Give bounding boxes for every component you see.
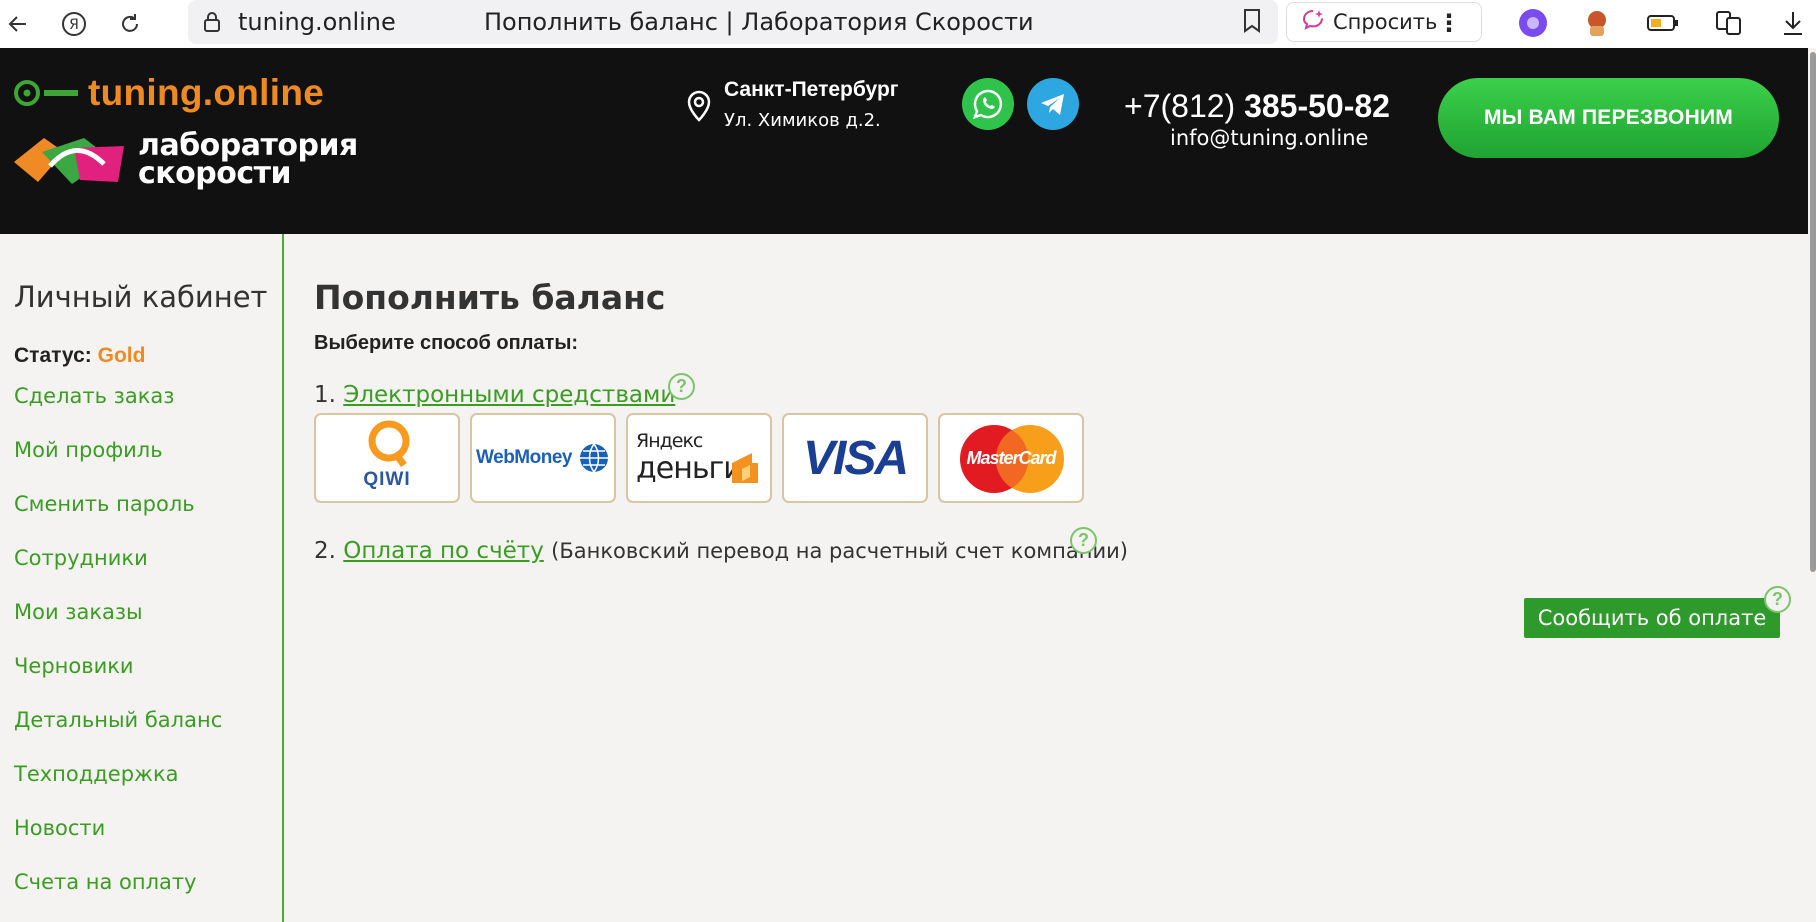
telegram-icon[interactable] [1027, 78, 1079, 130]
ai-sparkle-icon [1301, 8, 1325, 37]
webmoney-payment-card[interactable]: WebMoney [470, 413, 616, 503]
city-address: Ул. Химиков д.2. [724, 110, 881, 131]
mastercard-payment-card[interactable]: MasterCard [938, 413, 1084, 503]
logo-mark-icon [14, 80, 78, 106]
yandex-money-payment-card[interactable]: Яндекс деньги [626, 413, 772, 503]
callback-button[interactable]: МЫ ВАМ ПЕРЕЗВОНИМ [1438, 78, 1779, 158]
scrollbar-thumb[interactable] [1810, 52, 1816, 572]
qiwi-logo-icon [368, 420, 410, 468]
status-label: Статус: [14, 344, 92, 367]
help-icon[interactable]: ? [668, 373, 695, 400]
svg-text:Я: Я [69, 17, 79, 33]
lab-line2: скорости [138, 156, 292, 191]
ask-ai-button[interactable]: Спросить ⋮ [1286, 2, 1482, 42]
site-header: tuning.online лаборатория скорости Санкт… [0, 48, 1808, 234]
lab-logo[interactable]: лаборатория скорости [14, 131, 358, 191]
invoice-description: (Банковский перевод на расчетный счет ко… [551, 539, 1128, 563]
status-line: Статус: Gold [14, 344, 145, 368]
choose-payment-label: Выберите способ оплаты: [314, 332, 579, 354]
url-text: tuning.online [238, 8, 396, 36]
phone-number[interactable]: +7(812) 385-50-82 [1124, 88, 1390, 125]
visa-logo: VISA [802, 431, 909, 485]
sidebar-item-detailed-balance[interactable]: Детальный баланс [14, 708, 222, 732]
account-sidebar: Личный кабинет Статус: Gold Сделать зака… [0, 234, 284, 922]
page-title: Пополнить баланс [314, 278, 666, 317]
address-bar[interactable]: tuning.online Пополнить баланс | Лаборат… [188, 0, 1278, 44]
status-badge: Gold [97, 344, 146, 367]
help-icon[interactable]: ? [1070, 527, 1097, 554]
sidebar-item-drafts[interactable]: Черновики [14, 654, 134, 678]
lab-logo-mark [14, 138, 124, 184]
wallet-icon [732, 453, 758, 483]
alice-extension-icon[interactable] [1516, 6, 1550, 40]
globe-icon [579, 443, 608, 473]
sidebar-item-make-order[interactable]: Сделать заказ [14, 384, 174, 408]
payment-option-electronic: 1. Электронными средствами [314, 382, 675, 408]
qiwi-payment-card[interactable]: QIWI [314, 413, 460, 503]
notify-payment-button[interactable]: Сообщить об оплате [1524, 598, 1780, 638]
sidebar-item-news[interactable]: Новости [14, 816, 105, 840]
yandex-icon[interactable]: Я [56, 6, 92, 42]
location-pin-icon [686, 90, 712, 127]
sidebar-item-support[interactable]: Техподдержка [14, 762, 179, 786]
email-link[interactable]: info@tuning.online [1170, 126, 1368, 150]
ask-label: Спросить [1333, 10, 1438, 34]
more-menu-icon[interactable]: ⋮ [1437, 9, 1461, 37]
whatsapp-icon[interactable] [962, 78, 1014, 130]
download-icon[interactable] [1776, 6, 1810, 40]
sidebar-item-invoices[interactable]: Счета на оплату [14, 870, 197, 894]
phone-main: 385-50-82 [1244, 88, 1390, 124]
help-icon[interactable]: ? [1764, 586, 1791, 613]
qiwi-label: QIWI [363, 469, 411, 490]
lock-icon [202, 10, 222, 39]
browser-toolbar: Я tuning.online Пополнить баланс | Лабор… [0, 0, 1816, 48]
electronic-payment-link[interactable]: Электронными средствами [343, 382, 675, 408]
option1-number: 1. [314, 382, 336, 408]
battery-icon [1646, 6, 1680, 40]
yandex-line2: деньги [636, 451, 743, 486]
lab-logo-text: лаборатория скорости [138, 131, 358, 191]
city-name[interactable]: Санкт-Петербург [724, 78, 899, 102]
reload-icon[interactable] [112, 6, 148, 42]
translate-icon[interactable] [1712, 6, 1746, 40]
mastercard-label: MasterCard [966, 447, 1056, 468]
sidebar-item-employees[interactable]: Сотрудники [14, 546, 148, 570]
webmoney-label: WebMoney [476, 447, 572, 468]
yandex-money-text: Яндекс деньги [636, 427, 743, 486]
option2-number: 2. [314, 538, 336, 564]
logo-text: tuning.online [88, 72, 325, 113]
sidebar-item-profile[interactable]: Мой профиль [14, 438, 163, 462]
payment-option-invoice: 2. Оплата по счёту (Банковский перевод н… [314, 538, 1128, 564]
tuning-logo[interactable]: tuning.online [14, 72, 324, 114]
phone-prefix: +7(812) [1124, 88, 1236, 124]
sidebar-item-my-orders[interactable]: Мои заказы [14, 600, 143, 624]
avatar-extension-icon[interactable] [1580, 6, 1614, 40]
sidebar-item-change-password[interactable]: Сменить пароль [14, 492, 195, 516]
invoice-payment-link[interactable]: Оплата по счёту [343, 538, 544, 564]
visa-payment-card[interactable]: VISA [782, 413, 928, 503]
back-icon[interactable] [0, 6, 36, 42]
page-tab-title: Пополнить баланс | Лаборатория Скорости [484, 8, 1034, 36]
sidebar-title: Личный кабинет [14, 280, 268, 314]
bookmark-icon[interactable] [1242, 8, 1262, 39]
